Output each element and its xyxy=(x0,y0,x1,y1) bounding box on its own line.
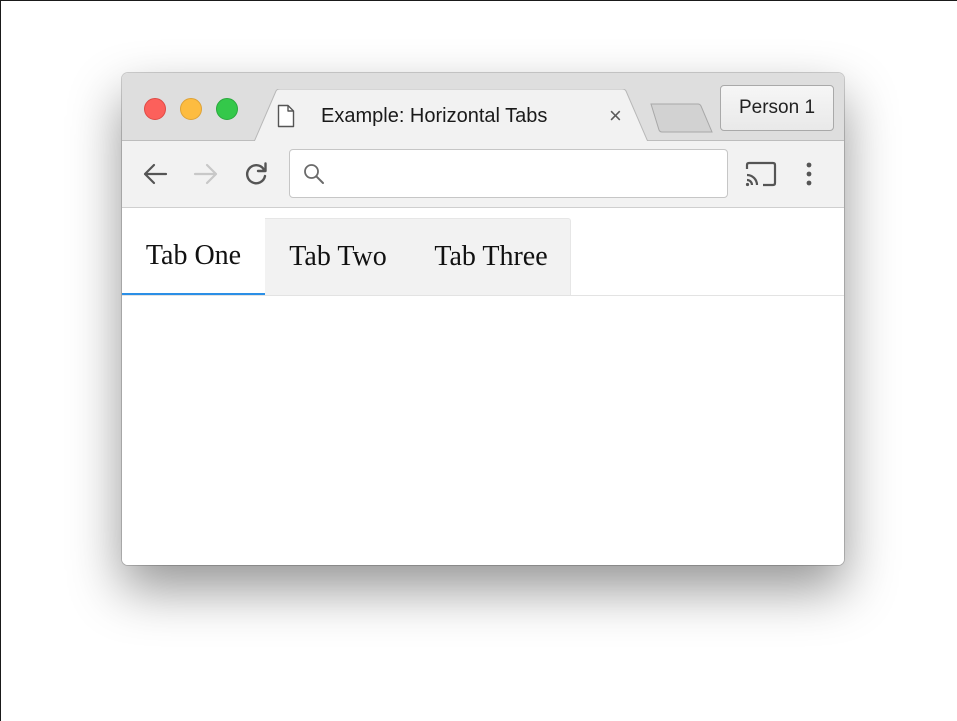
browser-window: Example: Horizontal Tabs × Person 1 Tab … xyxy=(122,73,844,565)
tab-strip: Example: Horizontal Tabs × Person 1 xyxy=(122,73,844,142)
page-content: Tab One Tab Two Tab Three xyxy=(122,208,844,565)
horizontal-tab-list: Tab One Tab Two Tab Three xyxy=(122,218,844,296)
tab-three[interactable]: Tab Three xyxy=(411,218,571,295)
tab-two[interactable]: Tab Two xyxy=(265,218,411,295)
minimize-window-button[interactable] xyxy=(180,98,202,120)
arrow-right-icon[interactable] xyxy=(193,162,219,186)
tab-one[interactable]: Tab One xyxy=(122,218,265,295)
tab-title: Example: Horizontal Tabs xyxy=(321,105,548,127)
maximize-window-button[interactable] xyxy=(216,98,238,120)
profile-button[interactable]: Person 1 xyxy=(720,85,834,131)
browser-toolbar xyxy=(122,141,844,208)
close-tab-icon[interactable]: × xyxy=(609,104,622,128)
address-input[interactable] xyxy=(332,156,717,190)
close-window-button[interactable] xyxy=(144,98,166,120)
new-tab-button[interactable] xyxy=(650,103,714,133)
address-bar[interactable] xyxy=(289,149,728,198)
arrow-left-icon[interactable] xyxy=(142,162,168,186)
cast-icon[interactable] xyxy=(744,160,778,188)
search-icon xyxy=(304,164,324,184)
kebab-menu-icon[interactable] xyxy=(804,161,814,187)
page-icon xyxy=(277,104,295,128)
reload-icon[interactable] xyxy=(243,161,269,187)
